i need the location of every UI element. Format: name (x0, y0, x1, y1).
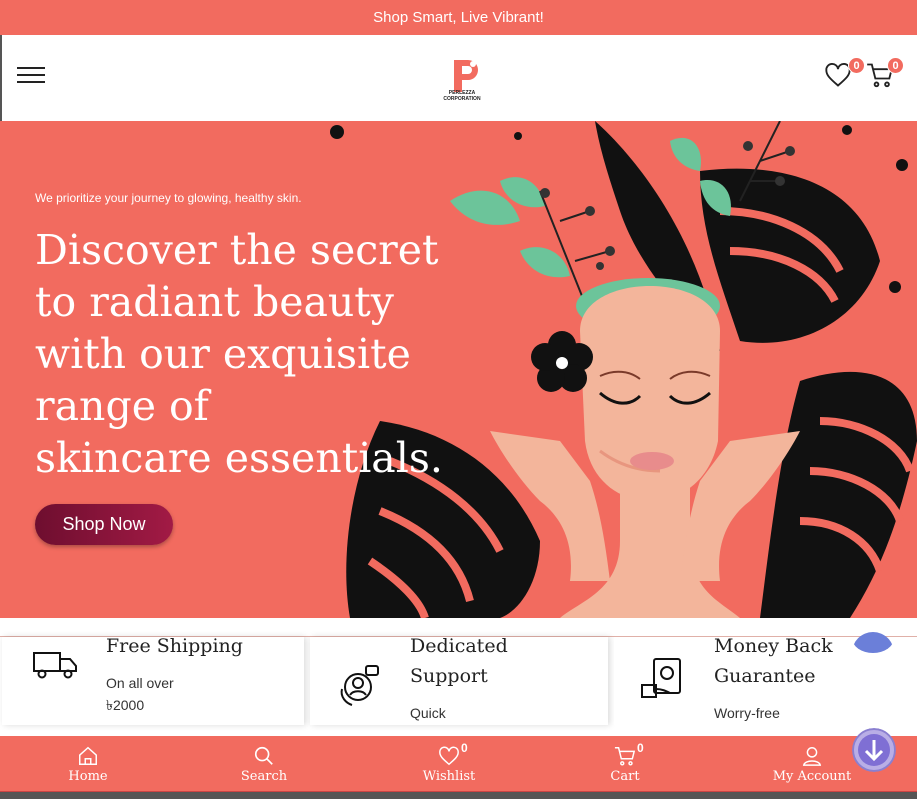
cart-count-badge: 0 (887, 57, 904, 74)
nav-label: Wishlist (422, 768, 476, 784)
feature-title: Money Back (714, 635, 833, 657)
nav-search[interactable]: Search (234, 736, 294, 792)
nav-wishlist[interactable]: Wishlist 0 (414, 736, 484, 792)
features-strip: Free Shipping On all over ৳2000 Dedicate… (0, 635, 917, 736)
nav-label: My Account (772, 768, 852, 784)
scroll-down-button[interactable] (852, 728, 896, 772)
feature-title: Support (410, 665, 488, 687)
support-agent-icon (340, 665, 379, 706)
nav-cart[interactable]: Cart 0 (600, 736, 650, 792)
money-back-icon (641, 658, 681, 698)
hero-title-line: Discover the secret (35, 226, 439, 274)
feature-card-support: Dedicated Support Quick (310, 635, 608, 725)
hero-title-line: skincare essentials. (35, 434, 443, 482)
hero-title-line: range of (35, 382, 209, 430)
feature-card-shipping: Free Shipping On all over ৳2000 (2, 635, 304, 725)
feature-title: Dedicated (410, 635, 508, 657)
announcement-text: Shop Smart, Live Vibrant! (373, 9, 544, 26)
hero-tagline: We prioritize your journey to glowing, h… (35, 191, 302, 205)
shop-now-button[interactable]: Shop Now (35, 504, 173, 545)
feature-subtitle: Quick (410, 705, 446, 721)
brand-name-line2: CORPORATION (443, 96, 481, 102)
bottom-edge (0, 792, 917, 799)
bottom-navigation: Home Search Wishlist 0 Cart 0 My Account (0, 736, 917, 792)
nav-account[interactable]: My Account (770, 736, 854, 792)
nav-home[interactable]: Home (58, 736, 118, 792)
truck-icon (33, 652, 77, 679)
feature-title: Guarantee (714, 665, 816, 687)
home-icon (79, 746, 97, 765)
heart-icon (439, 746, 459, 765)
scroll-up-button[interactable] (852, 623, 894, 653)
nav-label: Cart (610, 768, 640, 784)
search-icon (254, 746, 273, 765)
hero-title-line: to radiant beauty (35, 278, 394, 326)
hero-title: Discover the secret to radiant beauty wi… (35, 224, 505, 484)
feature-title: Free Shipping (106, 635, 243, 657)
brand-name: PERLEZZA CORPORATION (434, 90, 490, 102)
site-header: PERLEZZA CORPORATION 0 0 (0, 35, 917, 121)
nav-label: Home (68, 768, 108, 784)
wishlist-count: 0 (461, 741, 468, 755)
hero-banner: We prioritize your journey to glowing, h… (0, 121, 917, 618)
user-icon (802, 746, 822, 766)
feature-subtitle: Worry-free (714, 705, 780, 721)
hero-title-line: with our exquisite (35, 330, 411, 378)
feature-subtitle: On all over (106, 675, 174, 691)
feature-subtitle: ৳2000 (106, 697, 145, 713)
announcement-bar: Shop Smart, Live Vibrant! (0, 0, 917, 35)
app-root: Shop Smart, Live Vibrant! PERLEZZA CORPO… (0, 0, 917, 799)
cart-icon (614, 746, 636, 766)
nav-label: Search (240, 768, 288, 784)
menu-icon[interactable] (17, 67, 45, 85)
cart-count: 0 (637, 741, 644, 755)
wishlist-count-badge: 0 (848, 57, 865, 74)
